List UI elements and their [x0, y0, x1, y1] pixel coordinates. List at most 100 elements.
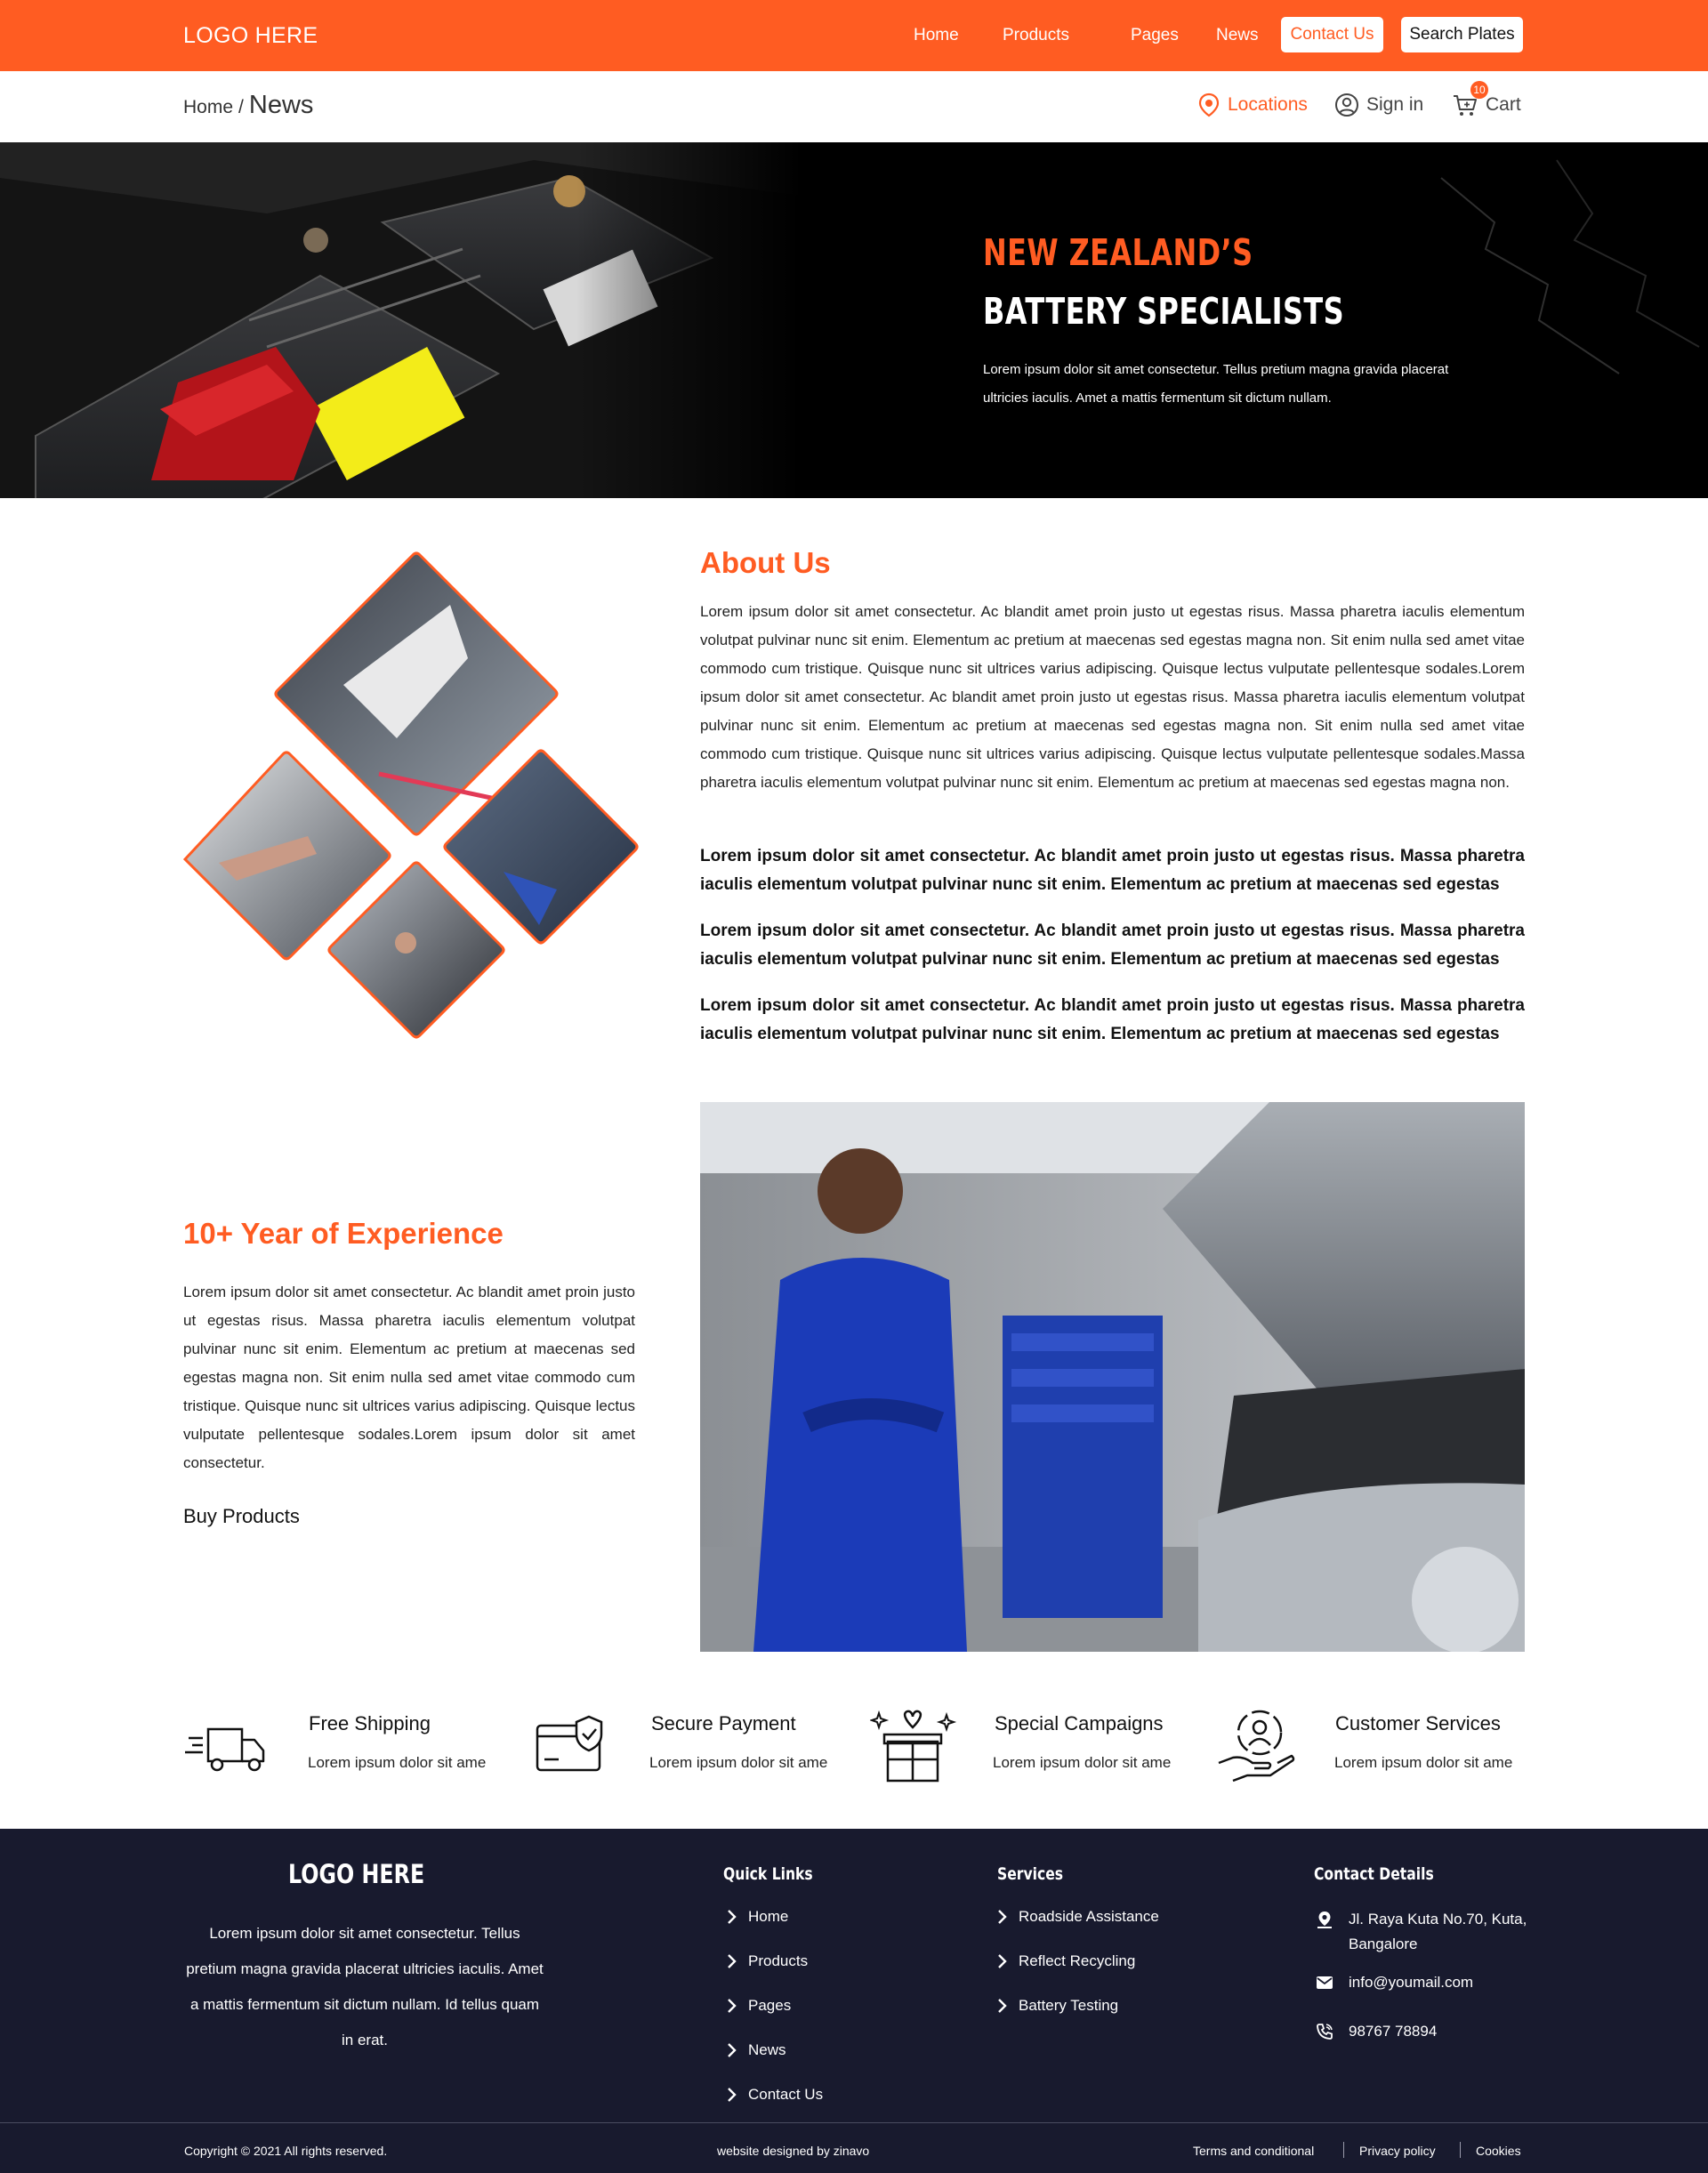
locations-link[interactable]: Locations — [1197, 93, 1308, 117]
chevron-right-icon — [998, 1954, 1007, 1968]
sign-in-link[interactable]: Sign in — [1334, 93, 1423, 117]
feature-text: Lorem ipsum dolor sit ame — [1334, 1754, 1513, 1771]
nav-products-link[interactable]: Products — [1003, 26, 1069, 45]
contact-us-button[interactable]: Contact Us — [1281, 17, 1383, 52]
chevron-right-icon — [728, 1954, 737, 1968]
footer-phone-link[interactable]: 98767 78894 — [1349, 2019, 1437, 2044]
feature-text: Lorem ipsum dolor sit ame — [649, 1754, 828, 1771]
footer-link-label: Home — [748, 1908, 789, 1925]
locations-label: Locations — [1228, 94, 1308, 115]
cart-icon-wrap: 10 — [1452, 81, 1488, 117]
breadcrumb: Home / News — [183, 91, 313, 120]
hero-kicker: NEW ZEALAND’S — [983, 231, 1253, 274]
feature-title: Customer Services — [1335, 1712, 1501, 1734]
top-navbar: LOGO HERE Home Products Pages News Conta… — [0, 0, 1708, 71]
feature-title: Special Campaigns — [995, 1712, 1164, 1734]
services-heading: Services — [997, 1864, 1064, 1884]
privacy-policy-link[interactable]: Privacy policy — [1359, 2144, 1436, 2158]
hero-description: Lorem ipsum dolor sit amet consectetur. … — [983, 362, 1449, 406]
email-icon — [1317, 1976, 1333, 1989]
contact-details-heading: Contact Details — [1314, 1864, 1434, 1884]
footer-link-news[interactable]: News — [727, 2041, 786, 2059]
chevron-right-icon — [998, 1999, 1007, 2013]
chevron-right-icon — [998, 1910, 1007, 1924]
secure-card-icon — [536, 1715, 603, 1772]
footer-link-contact-us[interactable]: Contact Us — [727, 2086, 823, 2104]
chevron-right-icon — [728, 1910, 737, 1924]
about-highlight-2: Lorem ipsum dolor sit amet consectetur. … — [700, 922, 1525, 969]
hero-banner: NEW ZEALAND’S BATTERY SPECIALISTS Lorem … — [0, 142, 1708, 498]
chevron-right-icon — [728, 1999, 737, 2013]
copyright-text: Copyright © 2021 All rights reserved. — [184, 2144, 388, 2158]
footer-about-text: Lorem ipsum dolor sit amet consectetur. … — [186, 1925, 544, 2048]
lightning-decoration — [1440, 159, 1700, 374]
quick-links-heading: Quick Links — [723, 1864, 813, 1884]
feature-customer-services: Customer Services Lorem ipsum dolor sit … — [1213, 1699, 1551, 1788]
user-circle-icon — [1335, 93, 1358, 117]
footer-service-label: Reflect Recycling — [1019, 1952, 1136, 1969]
feature-special-campaigns: Special Campaigns Lorem ipsum dolor sit … — [870, 1699, 1208, 1788]
sign-in-label: Sign in — [1366, 94, 1424, 115]
customer-service-icon — [1218, 1710, 1295, 1783]
location-icon — [1317, 1911, 1332, 1928]
footer-service-roadside[interactable]: Roadside Assistance — [997, 1908, 1159, 1926]
footer-link-label: Products — [748, 1952, 809, 1969]
gift-icon — [870, 1710, 957, 1783]
car-battery-photo — [0, 142, 801, 498]
location-pin-icon — [1198, 93, 1220, 117]
about-us-paragraph: Lorem ipsum dolor sit amet consectetur. … — [700, 603, 1525, 791]
footer-logo[interactable]: LOGO HERE — [288, 1859, 424, 1889]
nav-pages-link[interactable]: Pages — [1131, 26, 1179, 45]
search-plates-button[interactable]: Search Plates — [1401, 17, 1523, 52]
footer-link-label: Contact Us — [748, 2086, 824, 2103]
cart-link[interactable]: 10 Cart — [1452, 81, 1521, 117]
feature-text: Lorem ipsum dolor sit ame — [993, 1754, 1172, 1771]
feature-title: Free Shipping — [309, 1712, 431, 1734]
footer-link-pages[interactable]: Pages — [727, 1997, 791, 2015]
about-us-heading: About Us — [700, 546, 831, 579]
footer-address: Jl. Raya Kuta No.70, Kuta, Bangalore — [1349, 1911, 1527, 1952]
footer-service-label: Roadside Assistance — [1019, 1908, 1159, 1925]
about-diamond-gallery — [182, 551, 639, 1050]
about-highlight-1: Lorem ipsum dolor sit amet consectetur. … — [700, 847, 1525, 894]
chevron-right-icon — [728, 2043, 737, 2057]
footer-service-recycling[interactable]: Reflect Recycling — [997, 1952, 1135, 1970]
breadcrumb-home-link[interactable]: Home — [183, 97, 233, 118]
mechanic-photo — [700, 1102, 1525, 1652]
footer-link-home[interactable]: Home — [727, 1908, 788, 1926]
footer-bottom-separator — [1460, 2142, 1461, 2158]
hero-title: BATTERY SPECIALISTS — [983, 290, 1345, 333]
terms-link[interactable]: Terms and conditional — [1193, 2144, 1314, 2158]
feature-free-shipping: Free Shipping Lorem ipsum dolor sit ame — [183, 1699, 521, 1788]
footer-service-label: Battery Testing — [1019, 1997, 1119, 2014]
breadcrumb-bar: Home / News Locations Sign in 10 Cart — [0, 71, 1708, 142]
truck-icon — [185, 1727, 265, 1772]
footer-link-label: News — [748, 2041, 786, 2058]
phone-icon — [1317, 2024, 1333, 2040]
nav-news-link[interactable]: News — [1216, 26, 1259, 45]
footer-divider — [0, 2122, 1708, 2123]
chevron-right-icon — [728, 2088, 737, 2102]
footer-service-battery-testing[interactable]: Battery Testing — [997, 1997, 1118, 2015]
site-logo[interactable]: LOGO HERE — [183, 23, 318, 49]
diamond-photo-collage — [182, 551, 639, 1039]
cart-label: Cart — [1486, 94, 1521, 115]
footer-bottom-separator — [1343, 2142, 1344, 2158]
footer-link-label: Pages — [748, 1997, 792, 2014]
footer-email-link[interactable]: info@youmail.com — [1349, 1970, 1473, 1995]
breadcrumb-current: News — [248, 91, 314, 119]
buy-products-link[interactable]: Buy Products — [183, 1505, 300, 1528]
feature-title: Secure Payment — [651, 1712, 796, 1734]
site-footer: LOGO HERE Lorem ipsum dolor sit amet con… — [0, 1829, 1708, 2173]
footer-link-products[interactable]: Products — [727, 1952, 808, 1970]
feature-text: Lorem ipsum dolor sit ame — [308, 1754, 487, 1771]
feature-secure-payment: Secure Payment Lorem ipsum dolor sit ame — [527, 1699, 865, 1788]
breadcrumb-separator: / — [238, 97, 244, 117]
cookies-link[interactable]: Cookies — [1476, 2144, 1521, 2158]
nav-home-link[interactable]: Home — [914, 26, 959, 45]
cart-count-badge: 10 — [1470, 81, 1488, 99]
experience-paragraph: Lorem ipsum dolor sit amet consectetur. … — [183, 1284, 635, 1471]
designer-credit: website designed by zinavo — [717, 2144, 870, 2158]
about-highlight-3: Lorem ipsum dolor sit amet consectetur. … — [700, 996, 1525, 1043]
experience-heading: 10+ Year of Experience — [183, 1217, 504, 1250]
